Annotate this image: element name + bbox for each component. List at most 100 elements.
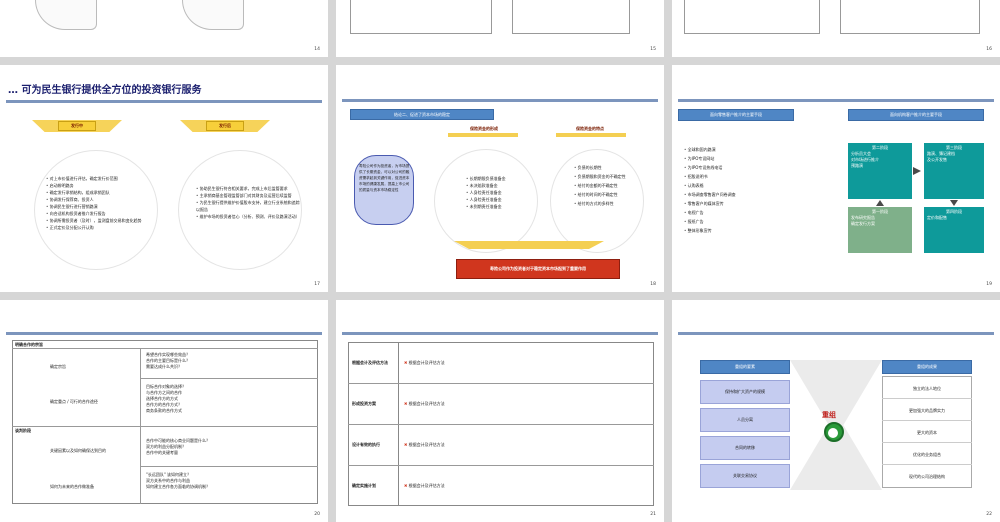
element-box: 合同的转移 (700, 436, 790, 460)
page-number: 21 (650, 512, 656, 517)
slide-16[interactable]: 16 (672, 0, 1000, 57)
step-note-text: 根据会计及评估方法 (408, 483, 445, 488)
question: 需要达成什么共识？ (146, 364, 182, 369)
step-note-text: 根据会计及评估方法 (408, 360, 445, 365)
list-item: 零售客户的媒体宣传 (684, 199, 794, 208)
stage-left-label: 发行中 (58, 121, 96, 131)
list-item: 为IPO专设热线电话 (684, 163, 794, 172)
row-questions: 希望合作实现哪些效益？ 合作的主要目标是什么？ 需要达成什么共识？ (146, 352, 314, 370)
title-underline (6, 100, 322, 103)
list-item: 启动辨明路务 (46, 182, 156, 189)
list-item: 确定发行承销结构，组成承销团队 (46, 189, 156, 196)
phase-3: 第三阶段 路演、簿记建档 及公开发售 (924, 143, 984, 199)
list-item: 未决赔款准备金 (466, 182, 536, 189)
left-list: 对上市价值进行评估，确定发行价范围 启动辨明路务 确定发行承销结构，组成承销团队… (46, 175, 156, 231)
page-number: 16 (986, 47, 992, 52)
outcome-item: 优化的业务组合 (913, 452, 941, 457)
chart-shape-left (35, 0, 97, 30)
slide-title: … 可为民生银行提供全方位的投资银行服务 (8, 85, 202, 96)
phase-4: 第四阶段 定价和配售 (924, 207, 984, 253)
step-note: ✖ 根据会计及评估方法 (404, 360, 445, 365)
row-questions: "长远团队" 该如何建立？ 双方关系中的合作与利益 如何建立合作各方面临的协调机… (146, 472, 314, 490)
list-item: 为民生银行提供维护价值股市支持，建立行业系统和追踪以报告 (196, 199, 300, 213)
box-right (840, 0, 980, 34)
left-head-band (448, 133, 518, 137)
slide-19[interactable]: 面向零售客户推介的主要手段 面向机构客户推介的主要手段 全球和国内路演 为IPO… (672, 65, 1000, 292)
list-item: 协调所需投资者（及时），监测盘前交易和变化趋势 (46, 217, 156, 224)
arrow-right-icon (913, 167, 921, 175)
list-item: 人身险责任准备金 (466, 189, 536, 196)
step-note: ✖ 根据会计及评估方法 (404, 401, 445, 406)
top-bar (6, 332, 322, 335)
list-item: 负债期限和资金的不确定性 (574, 172, 640, 181)
step-label: 形成投资方案 (352, 401, 376, 406)
question: 合作中的关键考量 (146, 450, 178, 455)
top-bar (342, 332, 658, 335)
slide-22[interactable]: 重组的要素 重组的成果 保持和扩大资产的规模 人员分离 合同的转移 关联交易协议… (672, 300, 1000, 522)
phase-item: 及公开发售 (927, 157, 947, 162)
outcome-item: 更大的资本 (917, 430, 937, 435)
table-row (348, 383, 654, 384)
merge-logo-inner (828, 428, 838, 438)
row-label: 如何为未来的合作做准备 (50, 484, 94, 489)
stage-right-label: 发行后 (206, 121, 244, 131)
header-right: 重组的成果 (882, 360, 972, 374)
list-item: 电视广告 (684, 208, 794, 217)
top-bar (678, 99, 994, 102)
row-label: 确定宗旨 (50, 364, 66, 369)
list-item: 对上市价值进行评估，确定发行价范围 (46, 175, 156, 182)
page-number: 18 (650, 282, 656, 287)
page-number: 19 (986, 282, 992, 287)
list-item: 整体形象宣传 (684, 226, 794, 235)
list-item: 报纸广告 (684, 217, 794, 226)
left-list: 长期期限负债准备金 未决赔款准备金 人身险责任准备金 人身险责任准备金 未到期责… (466, 175, 536, 210)
phase-item: 预路演 (851, 163, 863, 168)
step-label: 确定实施计划 (352, 483, 376, 488)
question: 如何建立合作各方面临的协调机制？ (146, 484, 210, 489)
box-left (684, 0, 820, 34)
slide-17[interactable]: … 可为民生银行提供全方位的投资银行服务 发行中 发行后 对上市价值进行评估，确… (0, 65, 328, 292)
list-item: 为IPO专设网站 (684, 154, 794, 163)
step-label: 根据会计及评估方法 (352, 360, 388, 365)
list-item: 给付的金额的不确定性 (574, 181, 640, 190)
top-bar (678, 332, 994, 335)
page-number: 14 (314, 47, 320, 52)
table-row (348, 465, 654, 466)
left-head: 保险资金的形成 (470, 126, 498, 131)
list-item: 协调发行保荐商、投资人 (46, 196, 156, 203)
right-head-band (556, 133, 626, 137)
bottom-banner: 寿险公司作为投资者对于稳定资本市场起到了重要作用 (456, 259, 620, 279)
stage-right-arrow: 发行后 (180, 120, 270, 142)
list-item: 向合适机构投资者推介发行报告 (46, 210, 156, 217)
list-item: 负债的长期性 (574, 163, 640, 172)
table-row (348, 424, 654, 425)
stage-left-arrow: 发行中 (32, 120, 122, 142)
list-item: 维护市场的投资者信心（分析、预测、评价及路演活动） (196, 213, 300, 220)
slide-15[interactable]: 15 (336, 0, 664, 57)
slide-20[interactable]: 明确合作的宗旨 确定宗旨 希望合作实现哪些效益？ 合作的主要目标是什么？ 需要达… (0, 300, 328, 522)
slide-21[interactable]: 根据会计及评估方法 ✖ 根据会计及评估方法 形成投资方案 ✖ 根据会计及评估方法… (336, 300, 664, 522)
slide-18[interactable]: 结论二、促进了资本市场的稳定 保险资金的形成 保险资金的特点 寿险公司作为投资者… (336, 65, 664, 292)
slide-14[interactable]: 14 (0, 0, 328, 57)
row-questions: 合作中可能的核心商业问题是什么？ 双方的利益分配机制？ 合作中的关键考量 (146, 438, 314, 456)
step-label: 设计有效的执行 (352, 442, 380, 447)
list-item: 全球和国内路演 (684, 145, 794, 154)
outcome-item: 更加强大的品牌实力 (909, 408, 945, 413)
row-questions: 目标合作对象的选择？ 与合作方之间的合作 选择合作方的方式 合作方的合作方式？ … (146, 384, 314, 414)
outcome-divider (882, 420, 972, 421)
list-item: 未到期责任准备金 (466, 203, 536, 210)
header-left: 面向零售客户推介的主要手段 (678, 109, 794, 121)
element-box: 关联交易协议 (700, 464, 790, 488)
list-item: 给付的时间的不确定性 (574, 190, 640, 199)
outcome-divider (882, 464, 972, 465)
list-item: 正式定价及分配公开认购 (46, 224, 156, 231)
table-row (140, 378, 318, 379)
header-left: 重组的要素 (700, 360, 790, 374)
list-item: 协助民生银行符合相关要求，完成上市后监管要求 (196, 185, 300, 192)
arrow-up-icon (876, 200, 884, 206)
list-item: 市场调查零售客户问卷调查 (684, 190, 794, 199)
header-box: 结论二、促进了资本市场的稳定 (350, 109, 494, 120)
outcome-item: 现代的公司治理结构 (909, 474, 945, 479)
row-label: 关键因素以及如何确保达到目的 (50, 448, 106, 453)
list-item: 主承销商基金管理监管部门对其财务及运营后续监管 (196, 192, 300, 199)
